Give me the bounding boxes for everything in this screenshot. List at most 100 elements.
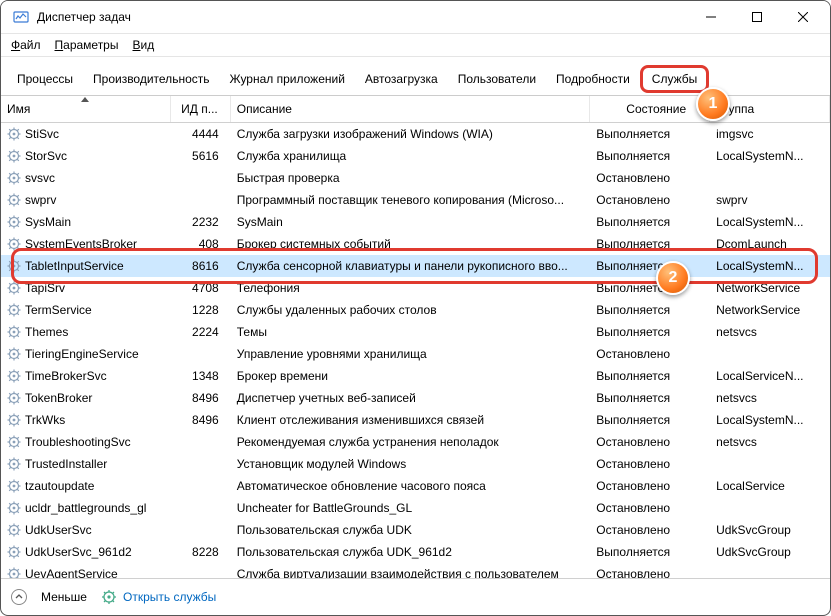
col-name[interactable]: Имя — [1, 96, 171, 122]
cell-desc: SysMain — [231, 215, 591, 229]
cell-group: DcomLaunch — [710, 237, 830, 251]
service-icon — [7, 237, 21, 251]
app-icon — [13, 9, 29, 25]
table-row[interactable]: ucldr_battlegrounds_glUncheater for Batt… — [1, 497, 830, 519]
gear-icon — [101, 589, 117, 605]
service-icon — [7, 171, 21, 185]
table-row[interactable]: TokenBroker8496Диспетчер учетных веб-зап… — [1, 387, 830, 409]
cell-name: StiSvc — [25, 127, 59, 141]
service-icon — [7, 281, 21, 295]
col-state[interactable]: Состояние — [590, 96, 710, 122]
collapse-button[interactable] — [11, 589, 27, 605]
col-pid[interactable]: ИД п... — [171, 96, 231, 122]
table-row[interactable]: TroubleshootingSvcРекомендуемая служба у… — [1, 431, 830, 453]
cell-pid: 8496 — [171, 413, 231, 427]
cell-desc: Клиент отслеживания изменившихся связей — [231, 413, 591, 427]
open-services-link[interactable]: Открыть службы — [101, 589, 216, 605]
cell-name: TapiSrv — [25, 281, 65, 295]
cell-name: UdkUserSvc_961d2 — [25, 545, 132, 559]
table-row[interactable]: TrkWks8496Клиент отслеживания изменивших… — [1, 409, 830, 431]
cell-pid: 8228 — [171, 545, 231, 559]
cell-state: Остановлено — [590, 171, 710, 185]
tab-processes[interactable]: Процессы — [7, 65, 83, 93]
tab-services[interactable]: Службы — [640, 65, 709, 93]
service-icon — [7, 391, 21, 405]
tab-apphistory[interactable]: Журнал приложений — [220, 65, 355, 93]
cell-desc: Uncheater for BattleGrounds_GL — [231, 501, 591, 515]
cell-state: Выполняется — [590, 391, 710, 405]
cell-group: netsvcs — [710, 435, 830, 449]
cell-desc: Управление уровнями хранилища — [231, 347, 591, 361]
cell-group: imgsvc — [710, 127, 830, 141]
cell-pid: 1228 — [171, 303, 231, 317]
tab-startup[interactable]: Автозагрузка — [355, 65, 448, 93]
table-row[interactable]: svsvc Быстрая проверкаОстановлено — [1, 167, 830, 189]
cell-state: Выполняется — [590, 413, 710, 427]
table-row[interactable]: tzautoupdate Автоматическое обновление ча… — [1, 475, 830, 497]
cell-desc: Брокер времени — [231, 369, 591, 383]
service-icon — [7, 259, 21, 273]
service-icon — [7, 567, 21, 578]
service-icon — [7, 545, 21, 559]
cell-state: Остановлено — [590, 523, 710, 537]
window-title: Диспетчер задач — [37, 10, 688, 24]
close-button[interactable] — [780, 1, 826, 33]
minimize-button[interactable] — [688, 1, 734, 33]
cell-pid: 5616 — [171, 149, 231, 163]
service-icon — [7, 479, 21, 493]
cell-state: Остановлено — [590, 567, 710, 578]
table-row[interactable]: UevAgentServiceСлужба виртуализации взаи… — [1, 563, 830, 578]
cell-name: TroubleshootingSvc — [25, 435, 131, 449]
table-row[interactable]: StorSvc5616Служба хранилищаВыполняетсяLo… — [1, 145, 830, 167]
service-icon — [7, 215, 21, 229]
services-grid[interactable]: Имя ИД п... Описание Состояние Группа St… — [1, 96, 830, 578]
table-row[interactable]: Themes2224ТемыВыполняетсяnetsvcs — [1, 321, 830, 343]
menu-view[interactable]: Вид — [126, 36, 160, 54]
table-row[interactable]: swprvПрограммный поставщик теневого копи… — [1, 189, 830, 211]
cell-group: swprv — [710, 193, 830, 207]
table-row[interactable]: TieringEngineServiceУправление уровнями … — [1, 343, 830, 365]
cell-group: LocalSystemN... — [710, 259, 830, 273]
cell-name: UdkUserSvc — [25, 523, 92, 537]
table-row[interactable]: TrustedInstallerУстановщик модулей Windo… — [1, 453, 830, 475]
task-manager-window: Диспетчер задач Файл Параметры Вид Проце… — [0, 0, 831, 616]
cell-state: Выполняется — [590, 281, 710, 295]
table-row[interactable]: TimeBrokerSvc1348Брокер времениВыполняет… — [1, 365, 830, 387]
cell-pid: 408 — [171, 237, 231, 251]
table-row[interactable]: TabletInputService8616Служба сенсорной к… — [1, 255, 830, 277]
service-icon — [7, 325, 21, 339]
cell-state: Выполняется — [590, 369, 710, 383]
table-row[interactable]: SystemEventsBroker408Брокер системных со… — [1, 233, 830, 255]
cell-name: tzautoupdate — [25, 479, 94, 493]
service-icon — [7, 457, 21, 471]
maximize-button[interactable] — [734, 1, 780, 33]
cell-desc: Быстрая проверка — [231, 171, 591, 185]
col-desc[interactable]: Описание — [231, 96, 591, 122]
menu-file[interactable]: Файл — [5, 36, 47, 54]
titlebar[interactable]: Диспетчер задач — [1, 1, 830, 34]
cell-desc: Автоматическое обновление часового пояса — [231, 479, 591, 493]
table-row[interactable]: TapiSrv4708ТелефонияВыполняетсяNetworkSe… — [1, 277, 830, 299]
cell-desc: Службы удаленных рабочих столов — [231, 303, 591, 317]
table-row[interactable]: SysMain2232SysMainВыполняетсяLocalSystem… — [1, 211, 830, 233]
cell-name: Themes — [25, 325, 68, 339]
callout-2: 2 — [656, 261, 690, 295]
table-row[interactable]: StiSvc4444Служба загрузки изображений Wi… — [1, 123, 830, 145]
tab-details[interactable]: Подробности — [546, 65, 640, 93]
table-row[interactable]: UdkUserSvcПользовательская служба UDKОст… — [1, 519, 830, 541]
cell-group: LocalService — [710, 479, 830, 493]
cell-name: StorSvc — [25, 149, 67, 163]
cell-name: TokenBroker — [25, 391, 92, 405]
cell-group: netsvcs — [710, 391, 830, 405]
table-row[interactable]: UdkUserSvc_961d28228Пользовательская слу… — [1, 541, 830, 563]
cell-name: SystemEventsBroker — [25, 237, 137, 251]
cell-group: LocalSystemN... — [710, 149, 830, 163]
tab-users[interactable]: Пользователи — [448, 65, 546, 93]
cell-group: LocalSystemN... — [710, 215, 830, 229]
cell-name: svsvc — [25, 171, 55, 185]
fewer-details[interactable]: Меньше — [41, 590, 87, 604]
menu-options[interactable]: Параметры — [49, 36, 125, 54]
tab-performance[interactable]: Производительность — [83, 65, 219, 93]
cell-desc: Темы — [231, 325, 591, 339]
table-row[interactable]: TermService1228Службы удаленных рабочих … — [1, 299, 830, 321]
